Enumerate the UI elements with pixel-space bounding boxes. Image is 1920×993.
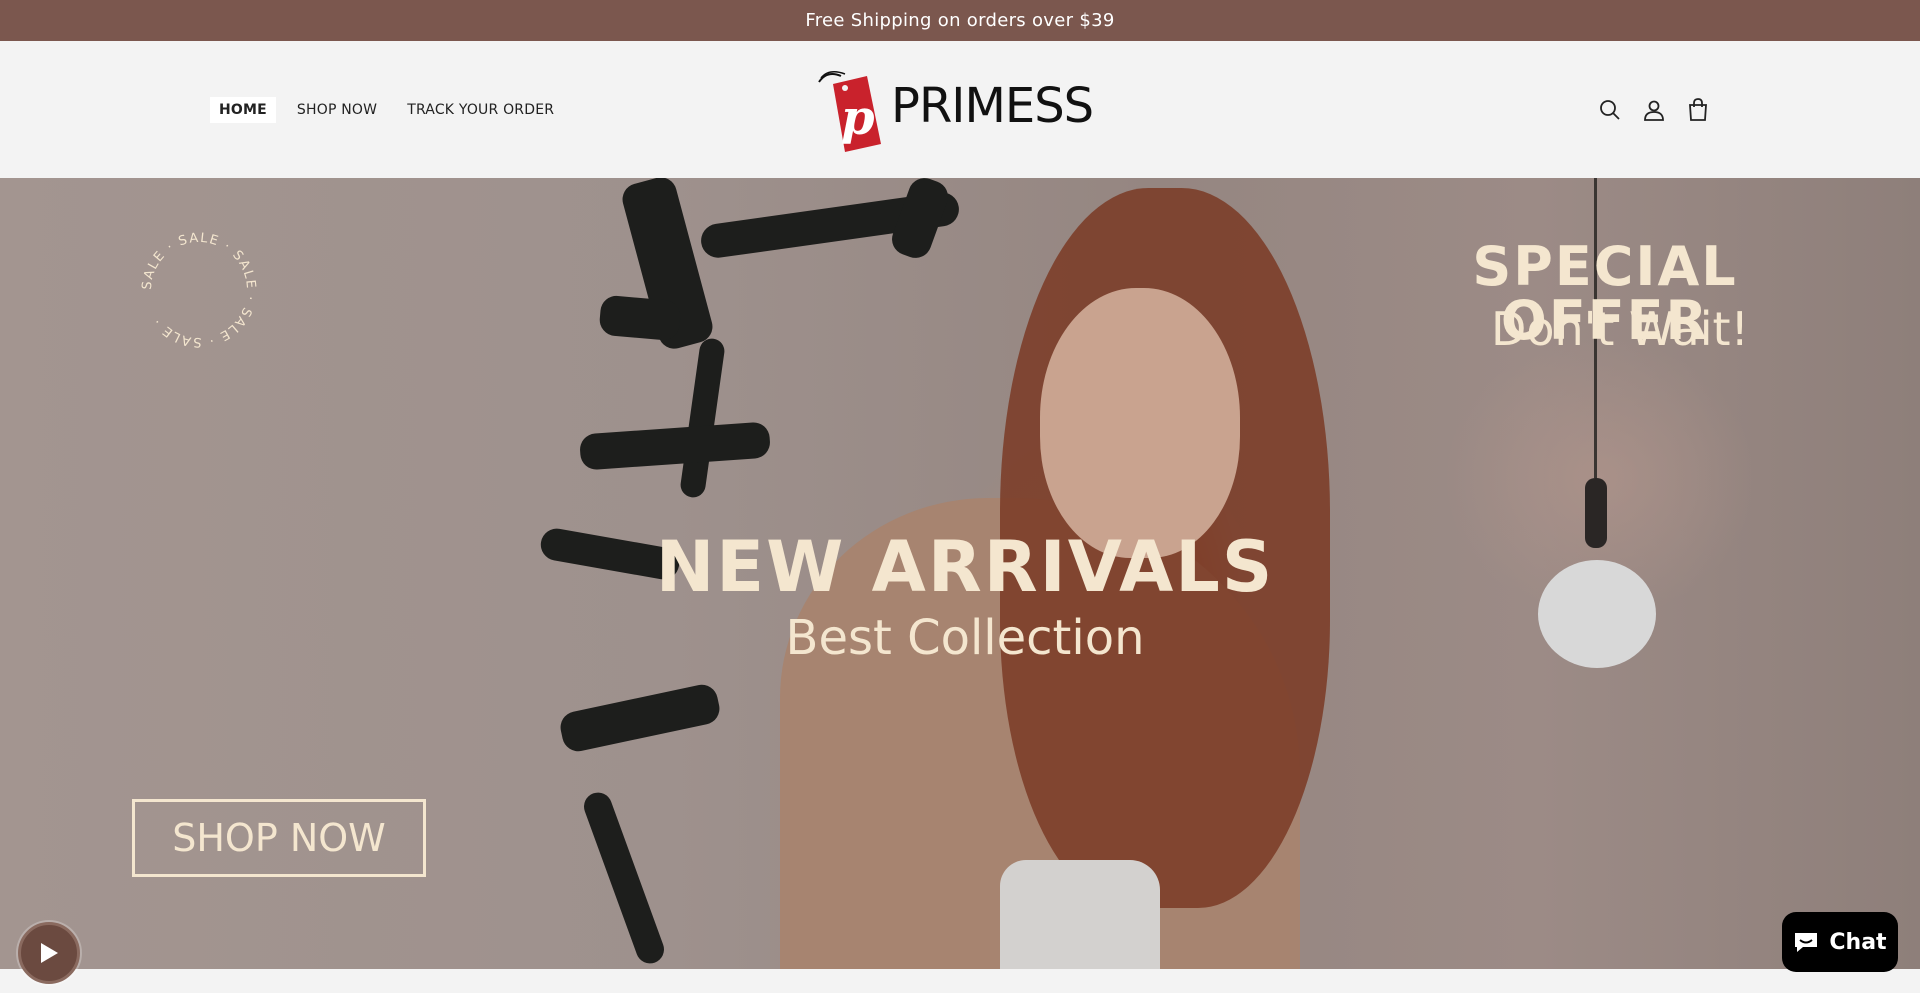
svg-text:p: p xyxy=(841,90,875,146)
background-brush-stroke xyxy=(678,337,727,499)
play-icon xyxy=(41,943,58,963)
nav-item-track-your-order[interactable]: TRACK YOUR ORDER xyxy=(398,97,563,123)
hero-headline: NEW ARRIVALS xyxy=(655,526,1275,608)
account-icon[interactable] xyxy=(1642,98,1666,122)
chat-label: Chat xyxy=(1829,929,1887,955)
video-play-button[interactable] xyxy=(18,922,80,984)
site-header: HOME SHOP NOW TRACK YOUR ORDER p PRIMESS xyxy=(0,41,1920,178)
model-laptop xyxy=(1000,860,1160,969)
shop-now-button[interactable]: SHOP NOW xyxy=(132,799,426,877)
brand-logo[interactable]: p PRIMESS xyxy=(815,68,1095,154)
main-nav: HOME SHOP NOW TRACK YOUR ORDER xyxy=(210,41,563,178)
dont-wait-subheading: Don't Wait! xyxy=(1490,302,1749,356)
chat-button[interactable]: Chat xyxy=(1782,912,1898,972)
hero-subheadline: Best Collection xyxy=(785,610,1145,666)
chat-bubble-icon xyxy=(1795,933,1818,952)
nav-item-shop-now[interactable]: SHOP NOW xyxy=(288,97,386,123)
model-face xyxy=(1040,288,1240,558)
svg-text:SALE · SALE · SALE · SALE · SA: SALE · SALE · SALE · SALE · SALE · xyxy=(140,231,258,349)
announcement-text: Free Shipping on orders over $39 xyxy=(805,10,1115,31)
search-icon[interactable] xyxy=(1598,98,1622,122)
background-brush-stroke xyxy=(557,681,723,755)
cart-icon[interactable] xyxy=(1686,97,1710,122)
pendant-lamp-bulb xyxy=(1538,560,1656,668)
nav-item-home[interactable]: HOME xyxy=(210,96,276,123)
price-tag-logo-icon: p xyxy=(818,71,881,152)
background-brush-stroke xyxy=(578,421,772,471)
announcement-bar: Free Shipping on orders over $39 xyxy=(0,0,1920,41)
sale-badge-ring: SALE · SALE · SALE · SALE · SALE · xyxy=(140,231,258,349)
background-brush-stroke xyxy=(598,294,682,342)
pendant-lamp-cap xyxy=(1585,478,1607,548)
logo-wordmark: PRIMESS xyxy=(891,78,1094,134)
background-brush-stroke xyxy=(580,788,668,968)
header-icons xyxy=(1598,41,1710,178)
sale-ring-text: SALE · SALE · SALE · SALE · SALE · xyxy=(140,231,257,349)
hero-banner: SALE · SALE · SALE · SALE · SALE · SPECI… xyxy=(0,178,1920,969)
